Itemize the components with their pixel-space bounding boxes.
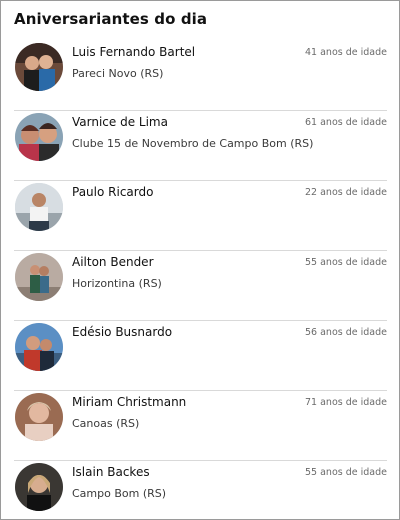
list-item[interactable]: Luis Fernando Bartel Pareci Novo (RS) 41… xyxy=(14,42,387,111)
person-photo-icon xyxy=(15,323,63,371)
person-photo-icon xyxy=(15,43,63,91)
person-photo-icon xyxy=(15,183,63,231)
person-age: 55 anos de idade xyxy=(305,257,387,268)
person-photo-icon xyxy=(15,113,63,161)
birthdays-widget: Aniversariantes do dia Luis Fernando Bar… xyxy=(0,0,400,520)
person-age: 55 anos de idade xyxy=(305,467,387,478)
person-age: 61 anos de idade xyxy=(305,117,387,128)
list-item[interactable]: Ailton Bender Horizontina (RS) 55 anos d… xyxy=(14,252,387,321)
person-name: Luis Fernando Bartel xyxy=(72,45,196,59)
avatar[interactable] xyxy=(15,463,63,511)
person-age: 56 anos de idade xyxy=(305,327,387,338)
avatar[interactable] xyxy=(15,253,63,301)
row-divider xyxy=(14,460,387,461)
person-name: Miriam Christmann xyxy=(72,395,187,409)
person-photo-icon xyxy=(15,393,63,441)
person-name: Islain Backes xyxy=(72,465,150,479)
avatar[interactable] xyxy=(15,183,63,231)
avatar[interactable] xyxy=(15,113,63,161)
person-photo-icon xyxy=(15,253,63,301)
person-name: Paulo Ricardo xyxy=(72,185,154,199)
person-name: Ailton Bender xyxy=(72,255,154,269)
person-name: Varnice de Lima xyxy=(72,115,168,129)
avatar[interactable] xyxy=(15,323,63,371)
row-divider xyxy=(14,110,387,111)
person-age: 71 anos de idade xyxy=(305,397,387,408)
person-location: Canoas (RS) xyxy=(72,417,140,430)
list-item[interactable]: Varnice de Lima Clube 15 de Novembro de … xyxy=(14,112,387,181)
row-divider xyxy=(14,250,387,251)
person-name: Edésio Busnardo xyxy=(72,325,173,339)
person-location: Clube 15 de Novembro de Campo Bom (RS) xyxy=(72,137,314,150)
list-item[interactable]: Paulo Ricardo 22 anos de idade xyxy=(14,182,387,251)
list-item[interactable]: Miriam Christmann Canoas (RS) 71 anos de… xyxy=(14,392,387,461)
person-age: 41 anos de idade xyxy=(305,47,387,58)
person-age: 22 anos de idade xyxy=(305,187,387,198)
list-item[interactable]: Islain Backes Campo Bom (RS) 55 anos de … xyxy=(14,462,387,518)
person-location: Pareci Novo (RS) xyxy=(72,67,164,80)
person-photo-icon xyxy=(15,463,63,511)
avatar[interactable] xyxy=(15,393,63,441)
row-divider xyxy=(14,320,387,321)
row-divider xyxy=(14,390,387,391)
person-location: Campo Bom (RS) xyxy=(72,487,167,500)
list-item[interactable]: Edésio Busnardo 56 anos de idade xyxy=(14,322,387,391)
birthday-list: Luis Fernando Bartel Pareci Novo (RS) 41… xyxy=(1,1,399,519)
person-location: Horizontina (RS) xyxy=(72,277,162,290)
row-divider xyxy=(14,180,387,181)
avatar[interactable] xyxy=(15,43,63,91)
